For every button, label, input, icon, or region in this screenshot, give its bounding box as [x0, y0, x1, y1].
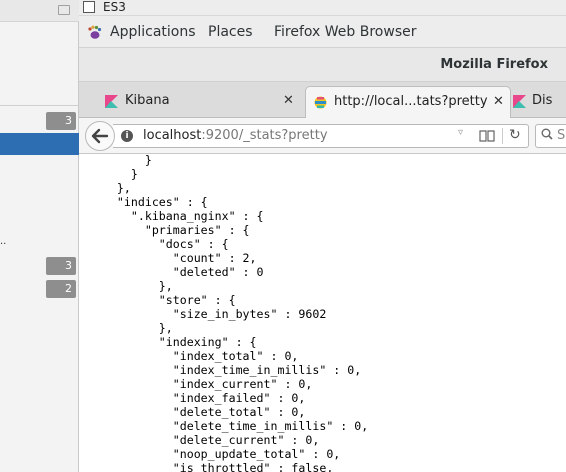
gnome-menubar: Applications Places Firefox Web Browser — [79, 16, 566, 48]
search-icon — [541, 128, 553, 140]
tab-stats[interactable]: http://local...tats?pretty ✕ — [305, 86, 511, 118]
kibana-favicon-icon — [105, 95, 118, 108]
json-line: "size_in_bytes" : 9602 — [89, 307, 327, 321]
tab-discover[interactable]: Dis — [513, 86, 566, 118]
json-line: ".kibana_nginx" : { — [89, 209, 264, 223]
window-title: Mozilla Firefox — [440, 57, 548, 72]
tab-label: http://local...tats?pretty — [334, 94, 488, 109]
menu-places[interactable]: Places — [208, 16, 253, 48]
json-line: "delete_current" : 0, — [89, 433, 320, 447]
window-titlebar: Mozilla Firefox — [79, 48, 566, 82]
json-line: "delete_time_in_millis" : 0, — [89, 419, 369, 433]
json-line: "index_failed" : 0, — [89, 391, 306, 405]
tab-label: Kibana — [125, 93, 170, 108]
json-line: } — [89, 167, 138, 181]
menu-applications[interactable]: Applications — [110, 16, 196, 48]
truncated-label: .. — [0, 236, 7, 247]
taskbar-title: ES3 — [103, 0, 126, 14]
window-icon — [83, 1, 95, 13]
json-line: "index_total" : 0, — [89, 349, 299, 363]
gnome-foot-icon — [88, 25, 102, 39]
search-input[interactable]: S — [535, 124, 566, 148]
elastic-favicon-icon — [314, 96, 327, 109]
firefox-window: ES3 Applications Places Firefox Web Brow… — [79, 0, 566, 472]
page-content[interactable]: } } }, "indices" : { ".kibana_nginx" : {… — [79, 155, 566, 472]
back-button[interactable] — [85, 121, 115, 151]
count-badge: 3 — [46, 112, 76, 130]
json-line: "index_current" : 0, — [89, 377, 313, 391]
json-line: "indices" : { — [89, 195, 208, 209]
reload-icon[interactable]: ↻ — [509, 127, 521, 143]
divider — [0, 105, 79, 106]
close-tab-icon[interactable]: ✕ — [283, 86, 294, 116]
kibana-favicon-icon — [513, 95, 526, 108]
json-line: }, — [89, 279, 173, 293]
background-window-titlebar — [0, 0, 79, 22]
divider — [502, 128, 503, 144]
json-line: "index_time_in_millis" : 0, — [89, 363, 362, 377]
json-line: "indexing" : { — [89, 335, 257, 349]
reader-view-icon[interactable] — [479, 130, 495, 142]
search-placeholder: S — [557, 128, 566, 143]
count-badge: 3 — [46, 257, 76, 275]
json-line: "is_throttled" : false, — [89, 461, 334, 472]
minimize-icon[interactable] — [58, 5, 70, 15]
url-text[interactable]: localhost:9200/_stats?pretty — [143, 125, 328, 147]
count-badge: 2 — [46, 280, 76, 298]
back-arrow-icon — [91, 128, 109, 144]
close-tab-icon[interactable]: ✕ — [493, 87, 504, 117]
json-line: "primaries" : { — [89, 223, 250, 237]
json-line: "noop_update_total" : 0, — [89, 447, 341, 461]
json-viewer: } } }, "indices" : { ".kibana_nginx" : {… — [89, 155, 368, 472]
dropdown-icon[interactable]: ▿ — [458, 127, 463, 138]
json-line: }, — [89, 181, 131, 195]
info-icon[interactable]: i — [121, 130, 133, 142]
selected-list-item[interactable] — [0, 133, 79, 155]
json-line: "count" : 2, — [89, 251, 257, 265]
tab-bar: Kibana ✕ http://local...tats?pretty ✕ Di… — [79, 82, 566, 118]
json-line: "delete_total" : 0, — [89, 405, 306, 419]
tab-kibana[interactable]: Kibana ✕ — [85, 86, 303, 118]
tab-label: Dis — [532, 93, 553, 108]
navigation-toolbar: i localhost:9200/_stats?pretty ▿ ↻ S — [79, 118, 566, 154]
menu-firefox[interactable]: Firefox Web Browser — [274, 16, 417, 48]
background-window: 3 .. 3 2 — [0, 0, 79, 472]
json-line: } — [89, 155, 152, 167]
url-bar[interactable]: i localhost:9200/_stats?pretty ▿ ↻ — [113, 124, 529, 148]
json-line: "docs" : { — [89, 237, 229, 251]
json-line: "deleted" : 0 — [89, 265, 264, 279]
taskbar-strip: ES3 — [79, 0, 566, 16]
json-line: }, — [89, 321, 173, 335]
json-line: "store" : { — [89, 293, 236, 307]
